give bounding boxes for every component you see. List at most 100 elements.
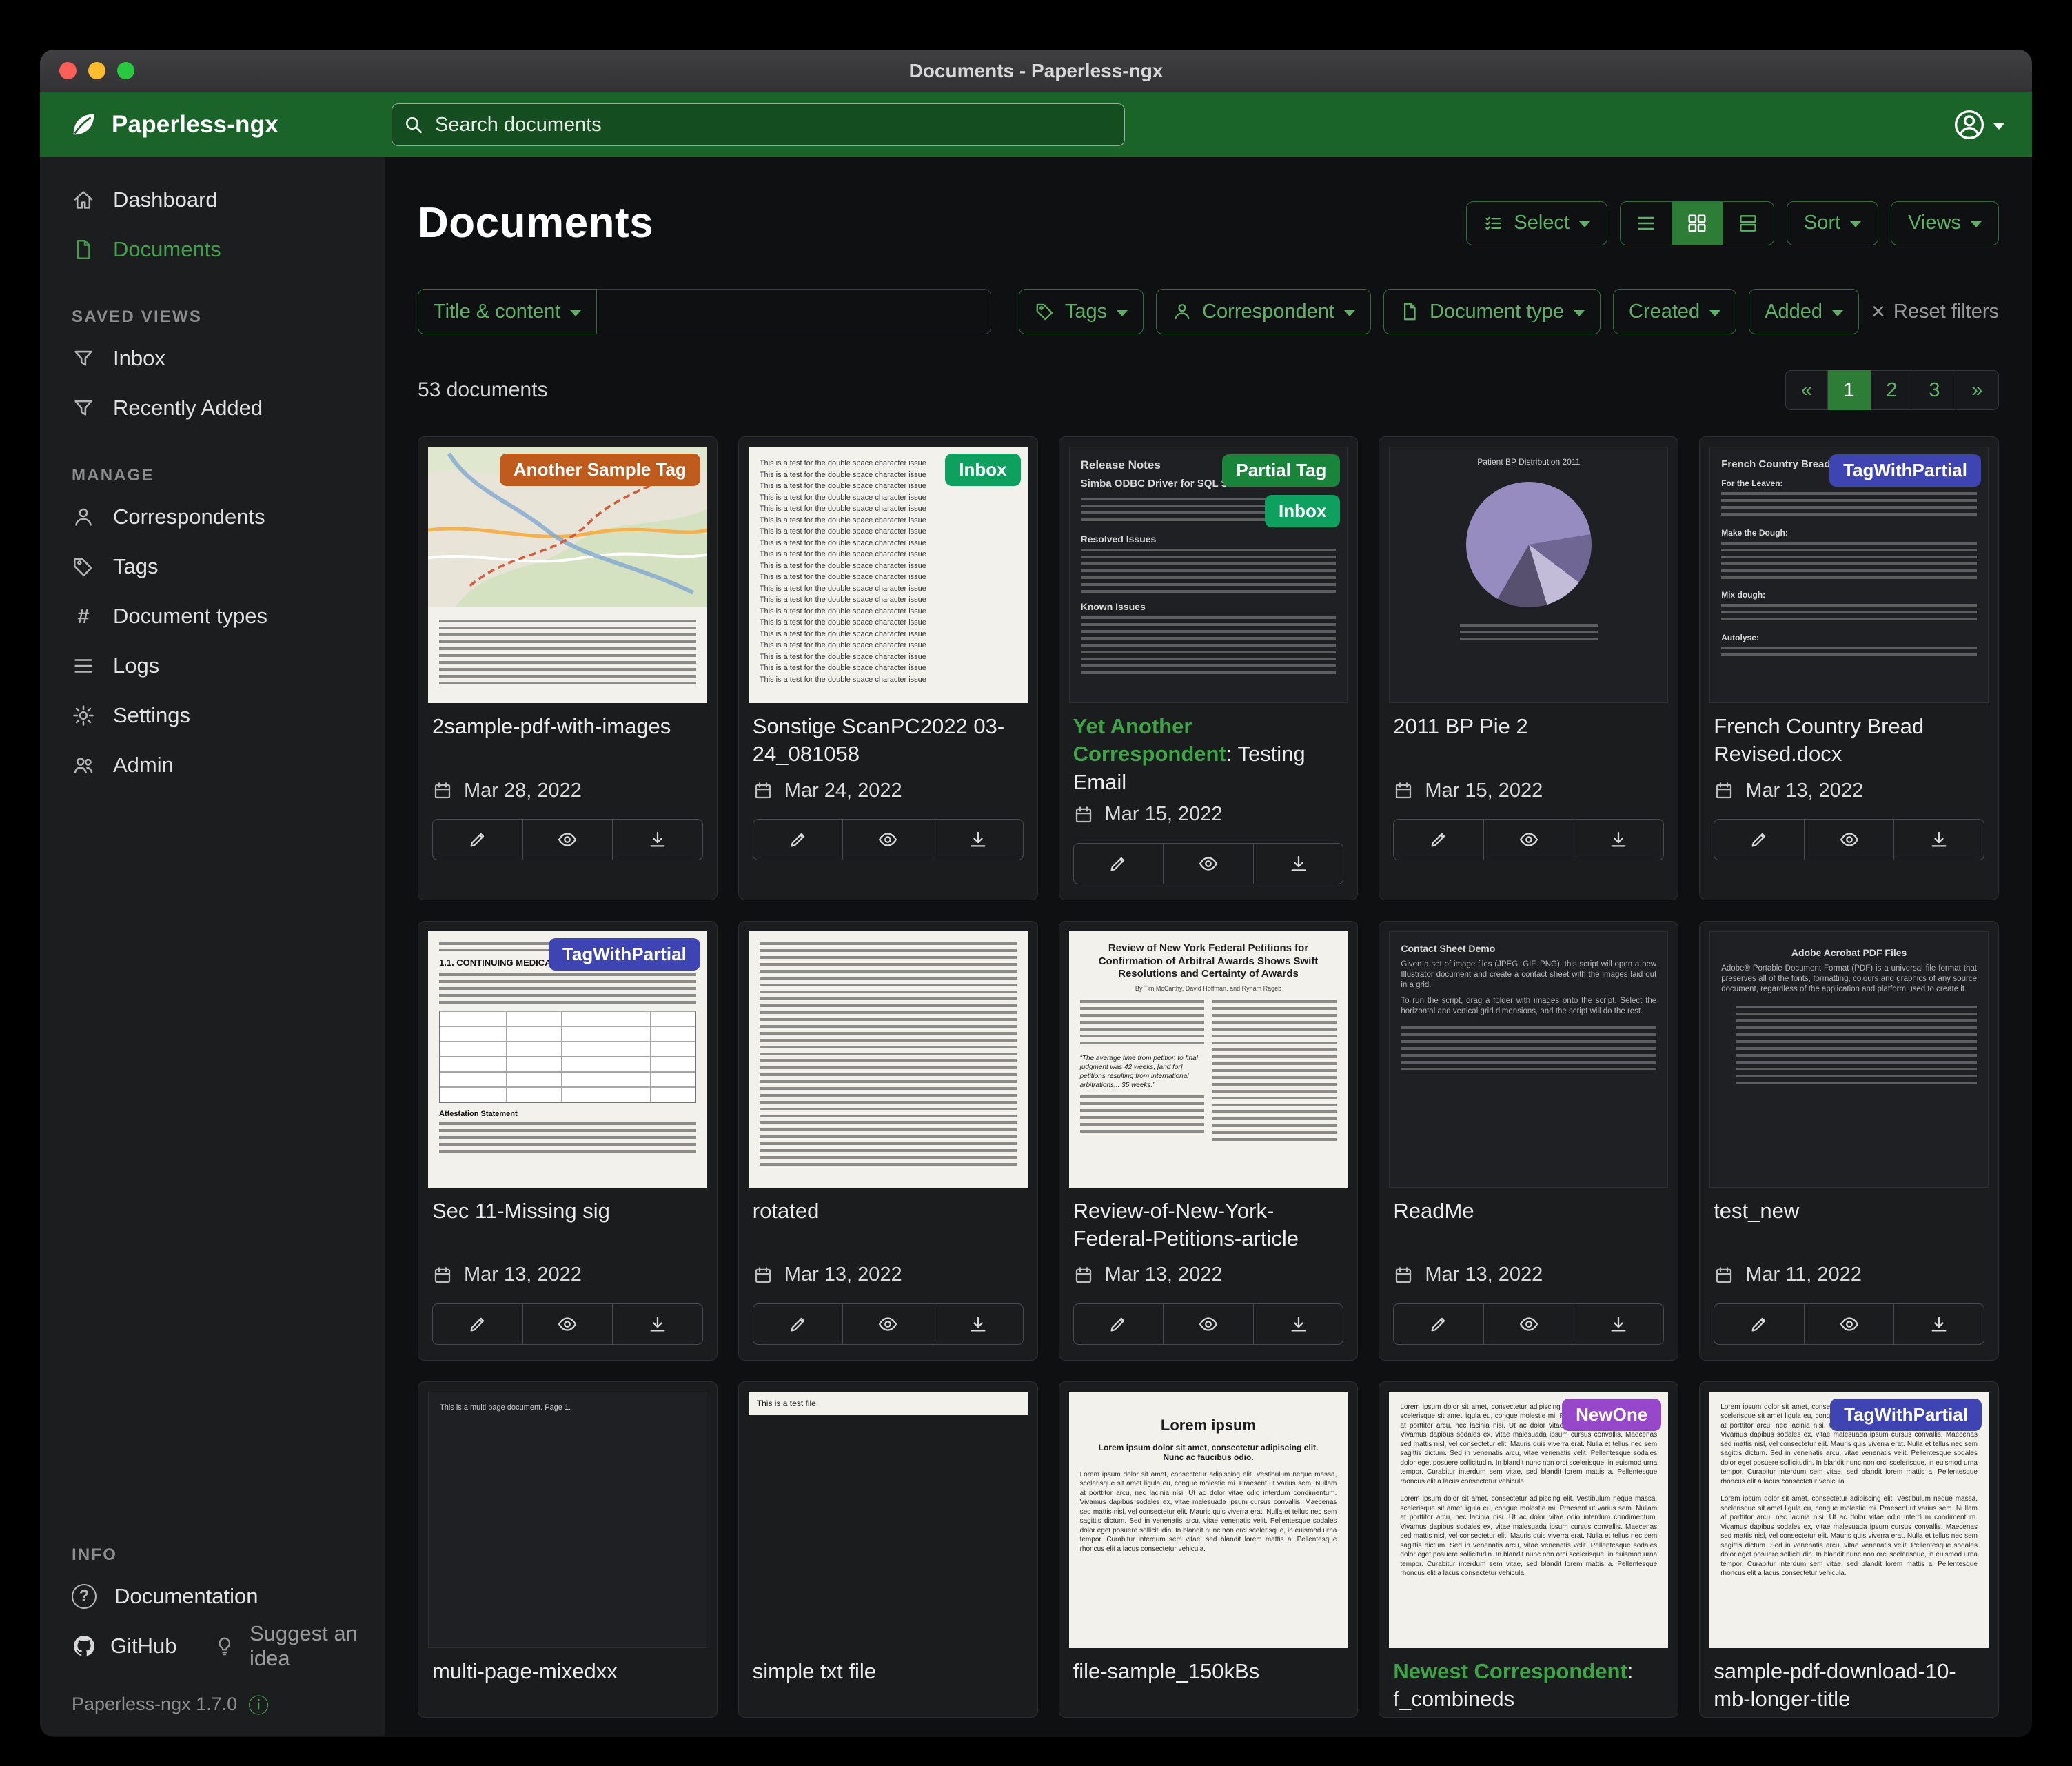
document-thumbnail[interactable]: This is a multi page document. Page 1.	[428, 1392, 707, 1648]
download-document-button[interactable]	[1253, 844, 1343, 884]
tag-badge[interactable]: Inbox	[945, 454, 1020, 486]
tag-badge[interactable]: TagWithPartial	[549, 938, 700, 971]
sidebar-item-settings[interactable]: Settings	[40, 691, 385, 740]
document-title[interactable]: Review-of-New-York-Federal-Petitions-art…	[1059, 1188, 1358, 1257]
document-thumbnail[interactable]: Contact Sheet Demo Given a set of image …	[1389, 931, 1668, 1188]
view-document-button[interactable]	[522, 1304, 613, 1344]
document-thumbnail[interactable]: Review of New York Federal Petitions for…	[1069, 931, 1348, 1188]
document-thumbnail[interactable]: Release Notes Simba ODBC Driver for SQL …	[1069, 447, 1348, 703]
document-title[interactable]: simple txt file	[739, 1648, 1037, 1717]
tags-filter-button[interactable]: Tags	[1019, 289, 1144, 334]
edit-document-button[interactable]	[433, 820, 522, 860]
sort-button[interactable]: Sort	[1787, 201, 1878, 245]
edit-document-button[interactable]	[1714, 820, 1804, 860]
download-document-button[interactable]	[612, 1304, 702, 1344]
views-button[interactable]: Views	[1891, 201, 1999, 245]
download-document-button[interactable]	[933, 1304, 1023, 1344]
tag-badge[interactable]: Inbox	[1265, 495, 1340, 527]
sidebar-item-tags[interactable]: Tags	[40, 542, 385, 591]
download-document-button[interactable]	[933, 820, 1023, 860]
document-title[interactable]: test_new	[1700, 1188, 1998, 1257]
sidebar-item-documentation[interactable]: ? Documentation	[40, 1572, 385, 1621]
document-thumbnail[interactable]: This is a test file.	[749, 1392, 1028, 1648]
view-document-button[interactable]	[1483, 1304, 1574, 1344]
document-title[interactable]: Sec 11-Missing sig	[418, 1188, 717, 1257]
download-document-button[interactable]	[1893, 820, 1984, 860]
document-thumbnail[interactable]: Lorem ipsum dolor sit amet, consectetur …	[1709, 1392, 1989, 1648]
edit-document-button[interactable]	[1714, 1304, 1804, 1344]
view-document-button[interactable]	[1804, 1304, 1894, 1344]
pagination-prev-button[interactable]: «	[1785, 370, 1828, 410]
edit-document-button[interactable]	[1394, 820, 1483, 860]
document-title[interactable]: sample-pdf-download-10-mb-longer-title	[1700, 1648, 1998, 1717]
select-button[interactable]: Select	[1466, 201, 1607, 245]
info-icon[interactable]: ⓘ	[248, 1689, 269, 1719]
view-mode-detail-button[interactable]	[1723, 202, 1774, 245]
sidebar-item-document-types[interactable]: # Document types	[40, 591, 385, 641]
document-title[interactable]: rotated	[739, 1188, 1037, 1257]
view-document-button[interactable]	[1163, 844, 1253, 884]
document-type-filter-button[interactable]: Document type	[1383, 289, 1601, 334]
view-document-button[interactable]	[522, 820, 613, 860]
document-title[interactable]: 2sample-pdf-with-images	[418, 703, 717, 772]
document-title[interactable]: 2011 BP Pie 2	[1379, 703, 1678, 772]
search-input[interactable]	[392, 103, 1125, 146]
pagination-next-button[interactable]: »	[1956, 370, 1999, 410]
document-thumbnail[interactable]: 1.1. CONTINUING MEDICAL EDUCA Attestatio…	[428, 931, 707, 1188]
document-thumbnail[interactable]: Another Sample Tag	[428, 447, 707, 703]
document-title[interactable]: multi-page-mixedxx	[418, 1648, 717, 1717]
download-document-button[interactable]	[1253, 1304, 1343, 1344]
download-document-button[interactable]	[1574, 1304, 1664, 1344]
document-correspondent[interactable]: Yet Another Correspondent	[1073, 714, 1226, 766]
tag-badge[interactable]: Partial Tag	[1222, 454, 1340, 487]
view-mode-grid-button[interactable]	[1672, 202, 1723, 245]
sidebar-item-inbox[interactable]: Inbox	[40, 334, 385, 383]
document-thumbnail[interactable]: Lorem ipsum Lorem ipsum dolor sit amet, …	[1069, 1392, 1348, 1648]
added-filter-button[interactable]: Added	[1749, 289, 1859, 334]
view-document-button[interactable]	[1163, 1304, 1253, 1344]
view-mode-list-button[interactable]	[1621, 202, 1672, 245]
document-title[interactable]: Newest Correspondent: f_combineds	[1379, 1648, 1678, 1717]
sidebar-item-correspondents[interactable]: Correspondents	[40, 492, 385, 542]
download-document-button[interactable]	[612, 820, 702, 860]
pagination-page-1[interactable]: 1	[1828, 370, 1871, 410]
sidebar-item-dashboard[interactable]: Dashboard	[40, 175, 385, 225]
document-thumbnail[interactable]: French Country Bread For the Leaven: Mak…	[1709, 447, 1989, 703]
sidebar-item-admin[interactable]: Admin	[40, 740, 385, 790]
tag-badge[interactable]: Another Sample Tag	[500, 454, 700, 486]
sidebar-item-documents[interactable]: Documents	[40, 225, 385, 274]
document-correspondent[interactable]: Newest Correspondent	[1393, 1659, 1627, 1683]
edit-document-button[interactable]	[1394, 1304, 1483, 1344]
edit-document-button[interactable]	[753, 820, 843, 860]
document-thumbnail[interactable]: This is a test for the double space char…	[749, 447, 1028, 703]
document-title[interactable]: Sonstige ScanPC2022 03-24_081058	[739, 703, 1037, 772]
download-document-button[interactable]	[1893, 1304, 1984, 1344]
edit-document-button[interactable]	[1074, 1304, 1164, 1344]
tag-badge[interactable]: TagWithPartial	[1829, 454, 1981, 487]
user-menu-button[interactable]	[1952, 108, 2004, 142]
document-title[interactable]: Yet Another Correspondent: Testing Email	[1059, 703, 1358, 796]
download-document-button[interactable]	[1574, 820, 1664, 860]
tag-badge[interactable]: TagWithPartial	[1830, 1399, 1982, 1431]
title-content-dropdown[interactable]: Title & content	[418, 289, 597, 334]
document-title[interactable]: ReadMe	[1379, 1188, 1678, 1257]
edit-document-button[interactable]	[433, 1304, 522, 1344]
document-thumbnail[interactable]	[749, 931, 1028, 1188]
edit-document-button[interactable]	[1074, 844, 1164, 884]
brand[interactable]: Paperless-ngx	[68, 109, 392, 141]
created-filter-button[interactable]: Created	[1613, 289, 1736, 334]
document-title[interactable]: file-sample_150kBs	[1059, 1648, 1358, 1717]
document-thumbnail[interactable]: Adobe Acrobat PDF Files Adobe® Portable …	[1709, 931, 1989, 1188]
document-thumbnail[interactable]: Patient BP Distribution 2011	[1389, 447, 1668, 703]
reset-filters-button[interactable]: × Reset filters	[1871, 300, 1999, 323]
view-document-button[interactable]	[1483, 820, 1574, 860]
title-content-input[interactable]	[597, 289, 991, 334]
github-link[interactable]: GitHub	[72, 1634, 176, 1658]
pagination-page-3[interactable]: 3	[1913, 370, 1956, 410]
document-title[interactable]: French Country Bread Revised.docx	[1700, 703, 1998, 772]
document-thumbnail[interactable]: Lorem ipsum dolor sit amet, consectetur …	[1389, 1392, 1668, 1648]
correspondent-filter-button[interactable]: Correspondent	[1156, 289, 1371, 334]
view-document-button[interactable]	[842, 820, 933, 860]
suggest-idea-link[interactable]: Suggest an idea	[214, 1621, 385, 1671]
sidebar-item-logs[interactable]: Logs	[40, 641, 385, 691]
